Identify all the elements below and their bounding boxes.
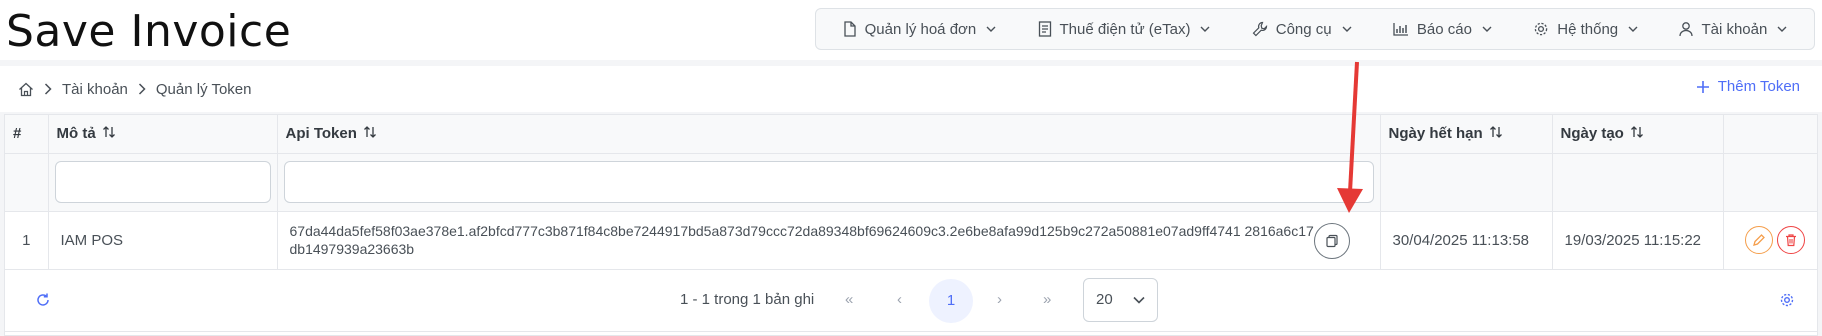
prev-page-button[interactable]: ‹ — [897, 291, 902, 308]
row-description: IAM POS — [48, 211, 278, 270]
sort-icon[interactable] — [363, 125, 377, 143]
app-brand: Save Invoice — [6, 6, 292, 57]
column-header-api-token[interactable]: Api Token — [277, 115, 1381, 154]
chevron-down-icon — [1342, 26, 1352, 32]
first-page-button[interactable]: « — [845, 291, 853, 308]
delete-button[interactable] — [1777, 226, 1805, 254]
menu-system[interactable]: Hệ thống — [1525, 15, 1646, 44]
last-page-button[interactable]: » — [1043, 291, 1051, 308]
menu-label: Quản lý hoá đơn — [864, 20, 977, 38]
plus-icon — [1696, 80, 1709, 93]
token-table-panel: # Mô tả Api Token Ngày hết hạn Ngày tạo … — [4, 114, 1818, 336]
menu-invoice-management[interactable]: Quản lý hoá đơn — [835, 15, 1005, 44]
menu-label: Công cụ — [1275, 20, 1332, 38]
wrench-icon — [1252, 21, 1267, 37]
row-created: 19/03/2025 11:15:22 — [1552, 211, 1724, 270]
token-table: # Mô tả Api Token Ngày hết hạn Ngày tạo … — [5, 115, 1817, 270]
user-icon — [1679, 22, 1694, 37]
home-icon — [19, 82, 33, 96]
add-token-label: Thêm Token — [1717, 78, 1800, 95]
row-api-token: 67da44da5fef58f03ae378e1.af2bfcd777c3b87… — [289, 223, 1314, 257]
table-header-row: # Mô tả Api Token Ngày hết hạn Ngày tạo — [5, 115, 1817, 154]
refresh-button[interactable] — [35, 292, 51, 313]
menu-label: Báo cáo — [1416, 20, 1472, 38]
menu-reports[interactable]: Báo cáo — [1385, 15, 1500, 44]
book-icon — [1038, 21, 1051, 37]
column-header-expiry[interactable]: Ngày hết hạn — [1380, 115, 1553, 154]
next-page-button[interactable]: › — [997, 291, 1002, 308]
breadcrumb: Tài khoản Quản lý Token Thêm Token — [0, 66, 1822, 112]
chevron-down-icon — [1482, 26, 1492, 32]
gear-icon — [1535, 22, 1548, 36]
document-icon — [843, 21, 856, 37]
chevron-down-icon — [1777, 26, 1787, 32]
chevron-right-icon — [44, 83, 52, 95]
menu-account[interactable]: Tài khoản — [1671, 15, 1795, 44]
chevron-down-icon — [1200, 26, 1210, 32]
api-token-filter-input[interactable] — [283, 161, 1374, 203]
refresh-icon — [37, 293, 49, 306]
rows-per-page-select[interactable]: 20 — [1083, 277, 1158, 322]
chevron-down-icon — [1628, 26, 1638, 32]
sort-icon[interactable] — [1630, 125, 1644, 143]
edit-button[interactable] — [1745, 226, 1773, 254]
trash-icon — [1786, 234, 1796, 247]
sort-icon[interactable] — [102, 125, 116, 143]
page-1-button[interactable]: 1 — [929, 278, 973, 323]
menu-label: Hệ thống — [1557, 20, 1619, 38]
description-filter-input[interactable] — [54, 161, 271, 203]
breadcrumb-item-token-management: Quản lý Token — [155, 80, 252, 98]
breadcrumb-home[interactable] — [18, 82, 34, 97]
page-report: 1 - 1 trong 1 bản ghi — [680, 290, 815, 308]
chevron-down-icon — [986, 26, 996, 32]
row-expiry: 30/04/2025 11:13:58 — [1380, 211, 1553, 270]
chevron-right-icon — [138, 83, 146, 95]
table-settings-button[interactable] — [1779, 292, 1795, 313]
menu-etax[interactable]: Thuế điện tử (eTax) — [1030, 15, 1219, 44]
gear-icon — [1780, 293, 1794, 306]
row-index: 1 — [5, 211, 49, 270]
menu-label: Tài khoản — [1701, 20, 1768, 38]
pencil-icon — [1753, 234, 1765, 246]
breadcrumb-item-account[interactable]: Tài khoản — [62, 81, 128, 98]
column-header-created[interactable]: Ngày tạo — [1552, 115, 1724, 154]
column-header-description[interactable]: Mô tả — [48, 115, 278, 154]
table-row: 1 IAM POS 67da44da5fef58f03ae378e1.af2bf… — [5, 211, 1817, 270]
main-menubar: Quản lý hoá đơn Thuế điện tử (eTax) Công… — [815, 8, 1815, 50]
column-header-actions — [1723, 115, 1817, 154]
copy-icon — [1325, 234, 1338, 247]
paginator: 1 - 1 trong 1 bản ghi « ‹ 1 › » 20 — [5, 270, 1817, 332]
menu-label: Thuế điện tử (eTax) — [1059, 20, 1191, 38]
chevron-down-icon — [1133, 296, 1145, 304]
top-bar: Save Invoice Quản lý hoá đơn Thuế điện t… — [0, 0, 1822, 60]
add-token-button[interactable]: Thêm Token — [1696, 78, 1800, 95]
copy-token-button[interactable] — [1313, 222, 1350, 259]
sort-icon[interactable] — [1489, 125, 1503, 143]
menu-tools[interactable]: Công cụ — [1244, 15, 1360, 44]
column-header-index: # — [5, 115, 49, 154]
rows-per-page-value: 20 — [1096, 291, 1113, 308]
filter-row — [5, 153, 1817, 212]
chart-icon — [1393, 23, 1408, 36]
